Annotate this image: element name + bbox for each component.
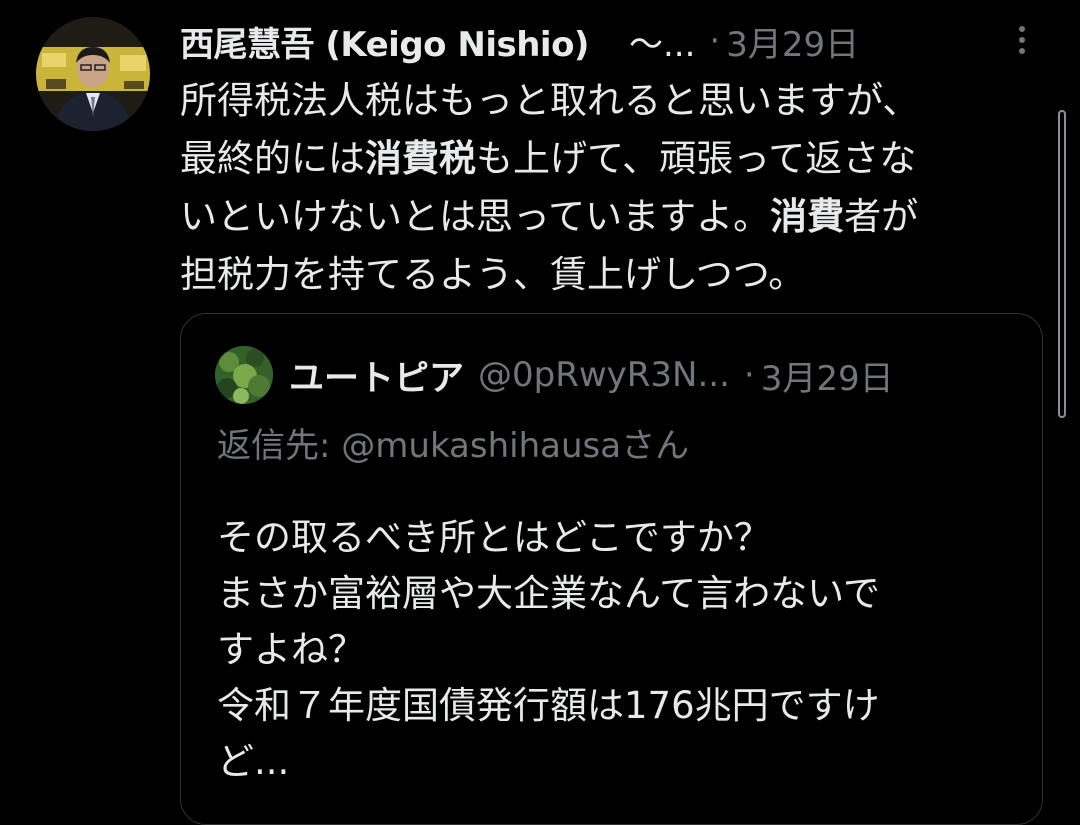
quoted-author-avatar[interactable]	[215, 346, 273, 404]
reply-to-label: 返信先:	[217, 426, 331, 466]
more-dot	[1019, 26, 1025, 32]
author-name[interactable]: 西尾慧吾 (Keigo Nishio)	[180, 17, 589, 66]
tweet-text-line: 所得税法人税はもっと取れると思いますが、	[180, 72, 1050, 130]
tweet-text: 所得税法人税はもっと取れると思いますが、 最終的には消費税も上げて、頑張って返さな…	[180, 72, 1050, 304]
separator-dot: ·	[743, 355, 755, 395]
quoted-tweet-header: ユートピア @0pRwyR3N... · 3月29日	[289, 348, 894, 402]
tweet[interactable]: 西尾慧吾 (Keigo Nishio) 〜... · 3月29日 所得税法人税は…	[0, 0, 1080, 825]
quoted-text-line: すよね？	[217, 628, 365, 671]
text-segment: 者が	[844, 195, 919, 238]
more-vertical-icon[interactable]	[1004, 18, 1040, 62]
quoted-author-handle[interactable]: @0pRwyR3N...	[478, 355, 730, 395]
quoted-text-line: まさか富裕層や大企業なんて言わないで	[217, 572, 881, 615]
scrollbar[interactable]	[1058, 110, 1066, 418]
tweet-text-line: 最終的には消費税も上げて、頑張って返さな	[180, 130, 1050, 188]
text-segment: 所得税法人税はもっと取れると思いますが、	[180, 79, 920, 122]
quoted-tweet-date[interactable]: 3月29日	[761, 351, 894, 400]
tweet-header: 西尾慧吾 (Keigo Nishio) 〜... · 3月29日	[180, 14, 1040, 68]
quoted-text-line: その取るべき所とはどこですか？	[217, 516, 771, 559]
quoted-tweet[interactable]: ユートピア @0pRwyR3N... · 3月29日 返信先: @mukashi…	[180, 313, 1043, 825]
reply-to-suffix: さん	[621, 426, 690, 466]
more-dot	[1019, 37, 1025, 43]
keyword-highlight: 消費税	[365, 137, 476, 180]
reply-to-line: 返信先: @mukashihausaさん	[217, 418, 689, 467]
text-segment: いといけないとは思っていますよ。	[180, 195, 771, 238]
text-segment: も上げて、頑張って返さな	[476, 137, 917, 180]
author-avatar[interactable]	[36, 17, 150, 131]
quoted-tweet-text: その取るべき所とはどこですか？ まさか富裕層や大企業なんて言わないで すよね？ …	[217, 510, 1007, 790]
tweet-text-line: 担税力を持てるよう、賃上げしつつ。	[180, 246, 1050, 304]
keyword-highlight: 消費	[770, 195, 845, 238]
text-segment: 担税力を持てるよう、賃上げしつつ。	[180, 253, 806, 296]
quoted-text-line: 令和７年度国債発行額は176兆円ですけ	[217, 684, 880, 727]
reply-to-mention[interactable]: @mukashihausa	[341, 426, 621, 466]
text-segment: 最終的には	[180, 137, 365, 180]
separator-dot: ·	[709, 21, 721, 61]
quoted-text-line: ど...	[217, 740, 290, 783]
tweet-text-line: いといけないとは思っていますよ。消費者が	[180, 188, 1050, 246]
quoted-author-name[interactable]: ユートピア	[289, 350, 464, 401]
author-handle[interactable]: 〜...	[629, 17, 695, 66]
tweet-date[interactable]: 3月29日	[726, 17, 859, 66]
more-dot	[1019, 48, 1025, 54]
